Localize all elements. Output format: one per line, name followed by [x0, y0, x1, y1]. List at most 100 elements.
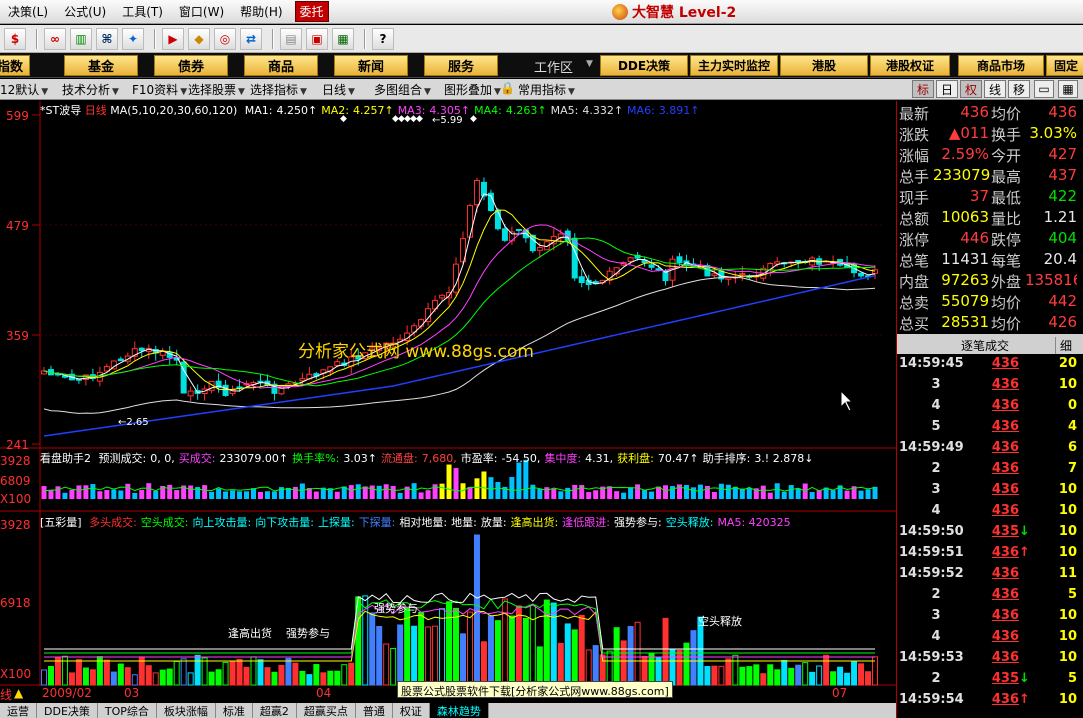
- candle-body: [578, 276, 585, 283]
- menu-window[interactable]: 窗口(W): [171, 3, 232, 20]
- workarea-label[interactable]: 工作区: [534, 57, 573, 76]
- quote-label: 总卖: [899, 294, 930, 312]
- bottom-tab[interactable]: DDE决策: [37, 703, 98, 718]
- wucai-legend-item: 向上攻击量:: [192, 516, 252, 529]
- vol-bar: [788, 485, 794, 499]
- nav-hk-warrant-button[interactable]: 港股权证: [870, 55, 950, 76]
- subbar-multi-chart[interactable]: 多图组合 ▼: [374, 81, 431, 98]
- tick-time: 4: [931, 503, 941, 518]
- tick-header-detail[interactable]: 细: [1055, 337, 1072, 354]
- menu-decision[interactable]: 决策(L): [0, 3, 56, 20]
- lock-icon[interactable]: 🔒: [500, 81, 515, 95]
- subbar-select-stock[interactable]: 选择股票 ▼: [188, 81, 245, 98]
- swap-icon[interactable]: ⇄: [240, 27, 262, 50]
- bottom-tab[interactable]: 运营: [0, 703, 37, 718]
- tick-arrow: [1019, 608, 1033, 629]
- bars-icon[interactable]: ▥: [70, 27, 92, 50]
- nav-main-monitor-button[interactable]: 主力实时监控: [690, 55, 778, 76]
- nav-index-button[interactable]: 指数: [0, 55, 30, 76]
- menu-tools[interactable]: 工具(T): [114, 3, 171, 20]
- nav-dde-button[interactable]: DDE决策: [600, 55, 688, 76]
- subbar-tech-analysis[interactable]: 技术分析 ▼: [62, 81, 119, 98]
- quote-label: 均价: [991, 315, 1022, 333]
- refresh-icon[interactable]: ◎: [214, 27, 236, 50]
- vol-bar: [614, 491, 620, 499]
- tick-arrow: ↑: [1019, 545, 1030, 560]
- nav-icon[interactable]: ▶: [162, 27, 184, 50]
- window-icon[interactable]: ▣: [306, 27, 328, 50]
- panel-tab-mark[interactable]: 标: [912, 80, 934, 98]
- subbar-common-indicator[interactable]: 常用指标 ▼: [518, 81, 575, 98]
- bottom-tab[interactable]: 板块涨幅: [157, 703, 216, 718]
- stock-chart[interactable]: 59947935924139286809X10039286918X100←5.9…: [0, 101, 896, 686]
- nav-fund-button[interactable]: 基金: [64, 55, 138, 76]
- binoculars-icon[interactable]: ⌘: [96, 27, 118, 50]
- x-axis-mode[interactable]: 线: [0, 686, 12, 703]
- tick-price: 436: [991, 587, 1019, 602]
- candle-body: [774, 261, 781, 265]
- nav-bond-button[interactable]: 债券: [154, 55, 228, 76]
- bottom-tab[interactable]: 权证: [393, 703, 430, 718]
- weituo-button[interactable]: 委托: [294, 1, 329, 22]
- panel-window-icon[interactable]: ▭: [1034, 80, 1054, 98]
- vol-bar: [439, 483, 445, 499]
- quote-value: 422: [1048, 187, 1077, 205]
- menu-help[interactable]: 帮助(H): [232, 3, 290, 20]
- candle-body: [138, 347, 145, 352]
- subbar-overlay[interactable]: 图形叠加 ▼: [444, 81, 501, 98]
- subbar-select-indicator[interactable]: 选择指标 ▼: [250, 81, 307, 98]
- vol-field-label: 预测成交:: [98, 452, 147, 465]
- tick-arrow: [1019, 356, 1033, 377]
- glasses-icon[interactable]: ∞: [44, 27, 66, 50]
- nav-news-button[interactable]: 新闻: [334, 55, 408, 76]
- wucai-bar: [341, 664, 348, 686]
- vol-bar: [467, 486, 473, 499]
- diamond-icon[interactable]: ◆: [188, 27, 210, 50]
- y-tick-label: 241: [6, 438, 29, 452]
- bottom-tab[interactable]: TOP综合: [98, 703, 157, 718]
- tick-header-title: 逐笔成交: [961, 339, 1010, 353]
- wucai-bar: [515, 605, 522, 686]
- tick-header[interactable]: 逐笔成交 细: [897, 334, 1083, 354]
- folder-icon[interactable]: ▤: [280, 27, 302, 50]
- workarea-dropdown-icon[interactable]: ▼: [586, 59, 593, 69]
- vol-bar: [174, 490, 180, 499]
- bottom-tab-active[interactable]: 森林趋势: [429, 703, 489, 718]
- menu-formula[interactable]: 公式(U): [56, 3, 114, 20]
- bottom-tab[interactable]: 普通: [356, 703, 393, 718]
- nav-fixed-button[interactable]: 固定: [1046, 55, 1083, 76]
- panel-tab-line[interactable]: 线: [984, 80, 1006, 98]
- help-pointer-icon[interactable]: ?: [372, 27, 394, 50]
- panel-tab-day[interactable]: 日: [936, 80, 958, 98]
- bottom-tab[interactable]: 超赢买点: [297, 703, 356, 718]
- panel-tab-move[interactable]: 移: [1008, 80, 1030, 98]
- tick-price: 436: [991, 398, 1019, 413]
- subbar-daily[interactable]: 日线 ▼: [322, 81, 355, 98]
- tick-time: 4: [931, 398, 941, 413]
- bottom-tab[interactable]: 超赢2: [253, 703, 297, 718]
- nav-service-button[interactable]: 服务: [424, 55, 498, 76]
- vol-bar: [334, 491, 340, 499]
- wucai-bar: [613, 627, 620, 686]
- panel-tab-right[interactable]: 权: [960, 80, 982, 98]
- vol-field-label: 集中度:: [544, 452, 582, 465]
- nav-commodity-button[interactable]: 商品: [244, 55, 318, 76]
- nav-commodity-market-button[interactable]: 商品市场: [958, 55, 1044, 76]
- subbar-f10[interactable]: F10资料 ▼: [132, 81, 187, 98]
- dollar-icon[interactable]: $: [4, 27, 26, 50]
- vol-bar: [83, 485, 89, 499]
- candle-body: [648, 264, 655, 268]
- vol-bar: [202, 485, 208, 499]
- wucai-bar: [145, 665, 152, 686]
- vol-bar: [167, 484, 173, 499]
- wucai-bar: [606, 650, 613, 686]
- panel-grid-icon[interactable]: ▦: [1058, 80, 1078, 98]
- books-icon[interactable]: ▦: [332, 27, 354, 50]
- subbar-default[interactable]: 12默认 ▼: [0, 81, 48, 98]
- vol-bar: [237, 491, 243, 499]
- tick-row: 4 436 10: [899, 629, 1079, 650]
- warning-triangle-icon: ▲: [14, 686, 24, 700]
- nav-hk-button[interactable]: 港股: [780, 55, 868, 76]
- bottom-tab[interactable]: 标准: [216, 703, 253, 718]
- flash-icon[interactable]: ✦: [122, 27, 144, 50]
